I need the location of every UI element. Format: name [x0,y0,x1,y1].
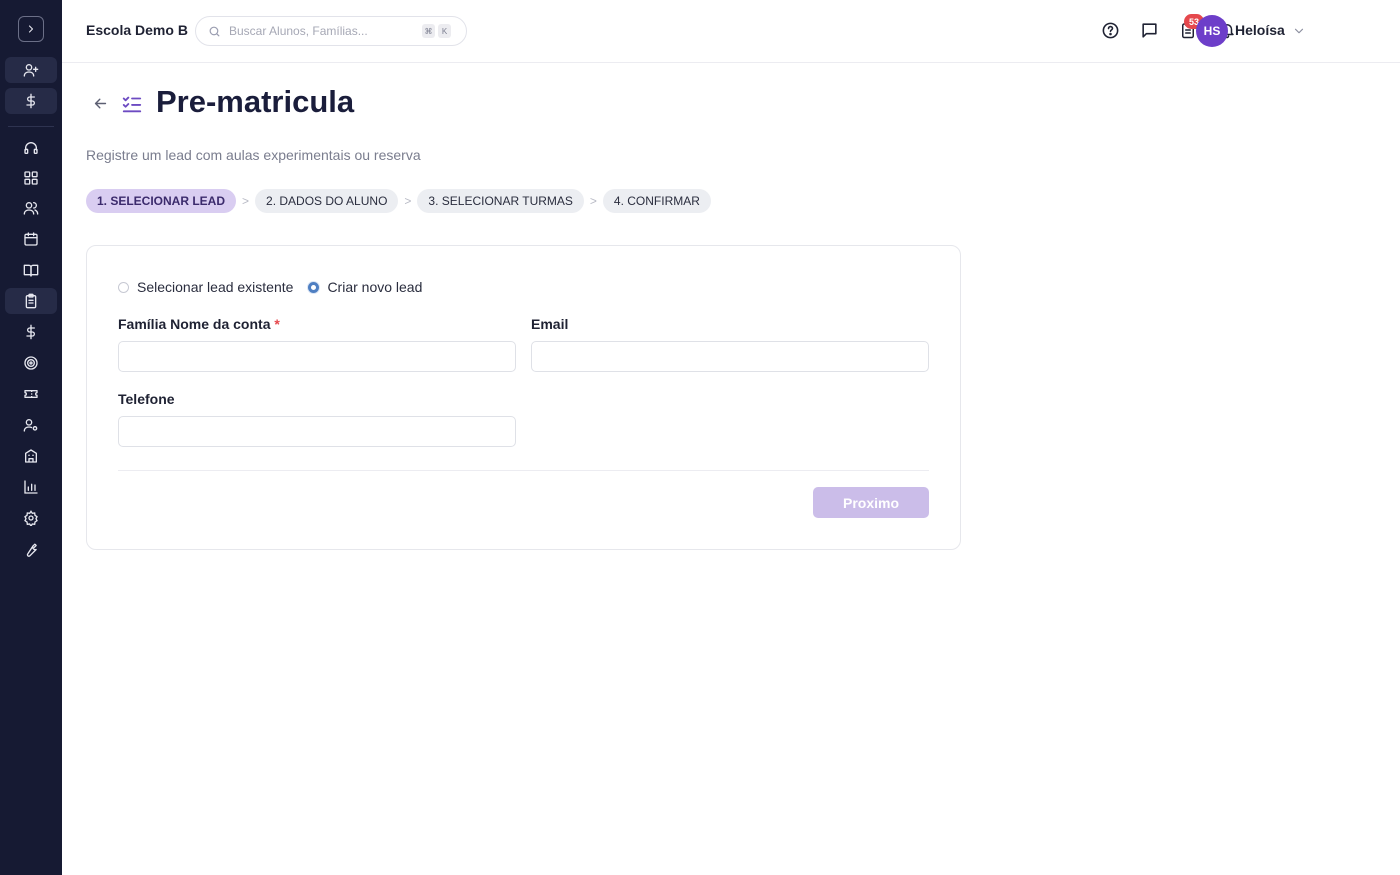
wizard-steps: 1. SELECIONAR LEAD > 2. DADOS DO ALUNO >… [86,189,711,213]
search-input[interactable] [229,24,419,38]
step-student-data[interactable]: 2. DADOS DO ALUNO [255,189,399,213]
back-arrow-icon[interactable] [92,95,109,112]
radio-button-checked[interactable] [308,281,320,293]
sidebar-item-support[interactable] [5,135,57,161]
global-search[interactable]: ⌘ K [195,16,467,46]
headset-icon [24,142,38,154]
lead-form-card: Selecionar lead existente Criar novo lea… [86,245,961,550]
sidebar-item-tickets[interactable] [5,381,57,407]
step-select-lead[interactable]: 1. SELECIONAR LEAD [86,189,237,213]
message-square-icon [1141,22,1157,38]
family-name-label-text: Família Nome da conta [118,316,271,332]
lead-mode-radio-group: Selecionar lead existente Criar novo lea… [118,279,437,295]
school-name: Escola Demo B [86,22,188,38]
target-icon [24,356,38,370]
book-open-icon [23,264,39,277]
clipboard-list-icon [25,293,37,309]
page-title: Pre-matricula [156,84,355,119]
shortcut-key-k: K [438,24,451,38]
next-button[interactable]: Proximo [813,487,929,518]
email-label: Email [531,316,569,332]
page-subtitle: Registre um lead com aulas experimentais… [86,147,421,163]
bar-chart-icon [24,480,38,494]
step-select-classes[interactable]: 3. SELECIONAR TURMAS [417,189,584,213]
family-name-label: Família Nome da conta * [118,316,280,332]
radio-new-lead[interactable]: Criar novo lead [308,279,422,295]
step-separator: > [589,194,597,208]
dollar-icon [26,93,35,109]
sidebar-item-add-lead[interactable] [5,57,57,83]
user-avatar[interactable]: HS [1196,15,1228,47]
users-icon [23,202,39,215]
list-checks-icon [122,96,142,113]
user-plus-icon [23,63,39,77]
chevron-down-icon[interactable] [1292,24,1306,38]
sidebar-item-tools[interactable] [5,537,57,563]
sidebar [0,0,62,875]
sidebar-item-finance[interactable] [5,319,57,345]
user-cog-icon [23,419,38,432]
ticket-icon [24,390,38,398]
sidebar-expand-button[interactable] [18,16,44,42]
sidebar-divider [8,126,54,127]
dashboard-grid-icon [24,171,38,185]
sidebar-item-students[interactable] [5,195,57,221]
step-confirm[interactable]: 4. CONFIRMAR [602,189,711,213]
dollar-icon [26,324,35,340]
building-icon [25,449,37,463]
phone-label: Telefone [118,391,175,407]
calendar-icon [24,232,38,246]
radio-new-label: Criar novo lead [327,279,423,295]
help-circle-icon [1102,22,1118,38]
sidebar-item-courses[interactable] [5,257,57,283]
user-name[interactable]: Heloísa [1235,22,1285,38]
family-name-input[interactable] [118,341,516,372]
email-input[interactable] [531,341,929,372]
gear-icon [24,510,38,526]
radio-existing-lead[interactable]: Selecionar lead existente [118,279,293,295]
sidebar-item-dashboard[interactable] [5,165,57,191]
messages-button[interactable] [1139,20,1159,40]
shortcut-key-cmd: ⌘ [422,24,435,38]
step-separator: > [404,194,412,208]
sidebar-item-calendar[interactable] [5,226,57,252]
sidebar-item-reports[interactable] [5,474,57,500]
chevron-right-icon [28,25,34,33]
required-mark: * [274,316,280,332]
help-button[interactable] [1100,20,1120,40]
sidebar-item-buildings[interactable] [5,443,57,469]
sidebar-item-quick-payment[interactable] [5,88,57,114]
sidebar-item-settings[interactable] [5,505,57,531]
phone-input[interactable] [118,416,516,447]
radio-button[interactable] [118,281,129,293]
radio-existing-label: Selecionar lead existente [137,279,294,295]
step-separator: > [242,194,250,208]
sidebar-item-enrollment[interactable] [5,288,57,314]
form-divider [118,470,929,471]
search-icon [209,26,220,36]
sidebar-item-user-settings[interactable] [5,412,57,438]
sidebar-item-goals[interactable] [5,350,57,376]
wrench-icon [26,543,37,557]
